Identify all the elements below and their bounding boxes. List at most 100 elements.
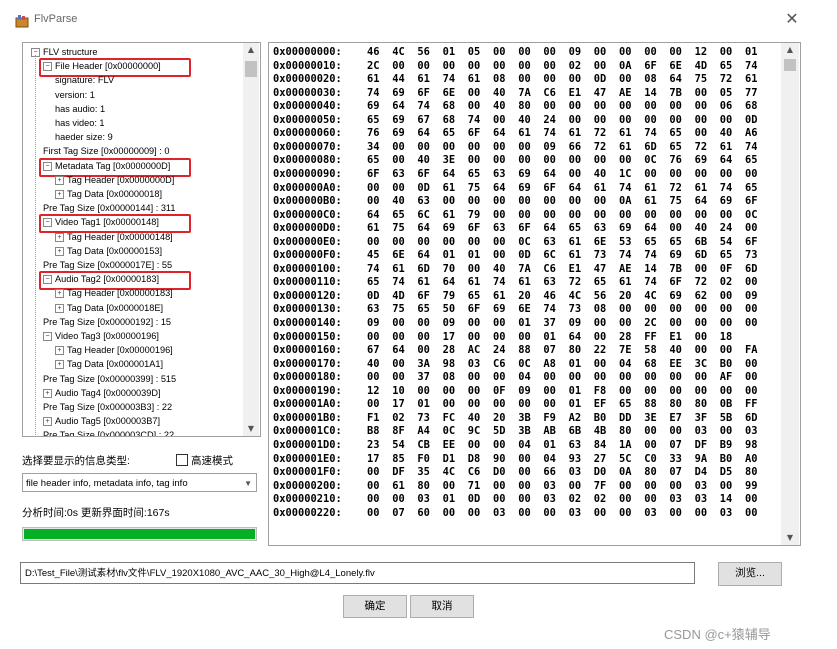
expand-icon[interactable]: + <box>55 303 64 313</box>
hex-byte: 70 <box>442 262 456 275</box>
hex-byte: 00 <box>467 140 481 153</box>
structure-tree[interactable]: − FLV structure − File Header [0x00000000] s… <box>22 42 261 437</box>
tree-node[interactable]: has video: 1 <box>55 118 105 129</box>
hex-view[interactable]: 0x00000000: 46 4C 56 01 05 00 00 00 09 00 00 00 00 12 0… <box>268 42 801 546</box>
scroll-down-icon[interactable]: ▼ <box>243 422 259 436</box>
hex-byte: 17 <box>442 330 456 343</box>
hex-address: 0x00000160: <box>273 344 342 357</box>
hex-byte: 61 <box>518 127 531 140</box>
hex-byte: 00 <box>694 113 708 126</box>
hex-byte: 74 <box>644 249 657 262</box>
hex-byte: 5B <box>719 411 733 424</box>
tree-node[interactable]: Pre Tag Size [0x00000144] : 311 <box>43 203 175 214</box>
tree-node[interactable]: First Tag Size [0x00000009] : 0 <box>43 146 170 157</box>
tree-node[interactable]: Pre Tag Size [0x00000192] : 15 <box>43 317 171 328</box>
hex-byte: 61 <box>442 181 456 194</box>
hex-byte: 4C <box>392 46 405 58</box>
hex-scroll-down-icon[interactable]: ▼ <box>781 531 799 545</box>
hex-byte: 80 <box>417 479 430 492</box>
browse-button[interactable]: 浏览... <box>718 562 782 586</box>
ok-button[interactable]: 确定 <box>343 595 407 618</box>
expand-icon[interactable]: + <box>55 232 64 242</box>
scroll-thumb[interactable] <box>245 61 257 77</box>
tree-node[interactable]: + Audio Tag4 [0x0000039D] <box>43 388 161 399</box>
hex-byte: DD <box>619 411 632 424</box>
tree-node[interactable]: + Tag Header [0x00000196] <box>55 345 173 356</box>
hex-byte: 9C <box>467 425 481 438</box>
hex-byte: 00 <box>467 59 481 72</box>
file-path-field[interactable]: D:\Test_File\测试素材\flv文件\FLV_1920X1080_AV… <box>20 562 695 584</box>
expand-icon[interactable]: + <box>43 388 52 398</box>
hex-byte: 0C <box>442 425 456 438</box>
hex-byte: 63 <box>367 303 380 316</box>
hex-byte: 00 <box>493 140 506 153</box>
fast-mode-label: 高速模式 <box>191 455 233 467</box>
tree-node[interactable]: Pre Tag Size [0x00000399] : 515 <box>43 374 176 385</box>
scroll-up-icon[interactable]: ▲ <box>243 43 259 57</box>
expand-icon[interactable]: + <box>55 346 64 356</box>
hex-byte: 03 <box>644 506 657 519</box>
tree-node[interactable]: + Tag Header [0x0000000D] <box>55 175 174 186</box>
tree-content: − FLV structure − File Header [0x00000000] s… <box>23 43 243 436</box>
expand-icon[interactable]: + <box>55 289 64 299</box>
tree-node[interactable]: Pre Tag Size [0x000003CD] : 22 <box>43 430 174 436</box>
tree-node[interactable]: + Tag Data [0x00000153] <box>55 246 162 257</box>
window-title: FlvParse <box>34 13 78 25</box>
tree-node[interactable]: + Tag Data [0x000001A1] <box>55 359 163 370</box>
hex-byte: 00 <box>518 208 531 221</box>
hex-address: 0x00000200: <box>273 479 342 492</box>
app-icon <box>15 15 29 28</box>
hex-byte: 09 <box>543 140 556 153</box>
tree-node[interactable]: Pre Tag Size [0x000003B3] : 22 <box>43 402 172 413</box>
tree-node[interactable]: + Tag Data [0x0000018E] <box>55 303 163 314</box>
expand-icon[interactable]: + <box>55 190 64 200</box>
collapse-icon[interactable]: − <box>43 332 52 342</box>
hex-byte: 00 <box>493 59 506 72</box>
fast-mode-checkbox[interactable] <box>176 454 188 466</box>
tree-node[interactable]: signature: FLV <box>55 75 114 86</box>
cancel-button[interactable]: 取消 <box>410 595 474 618</box>
tree-node[interactable]: haeder size: 9 <box>55 132 113 143</box>
expand-icon[interactable]: + <box>55 246 64 256</box>
hex-byte: 6D <box>417 262 430 275</box>
hex-byte: 61 <box>417 276 430 289</box>
hex-byte: 64 <box>719 154 733 167</box>
hex-scroll-up-icon[interactable]: ▲ <box>781 43 799 57</box>
tree-node[interactable]: + Tag Header [0x00000148] <box>55 232 173 243</box>
tree-node[interactable]: has audio: 1 <box>55 104 105 115</box>
hex-byte: 00 <box>543 506 556 519</box>
hex-byte: 74 <box>467 113 481 126</box>
tree-node[interactable]: version: 1 <box>55 90 95 101</box>
tree-node[interactable]: − FLV structure <box>31 47 97 58</box>
info-type-select[interactable]: file header info, metadata info, tag inf… <box>22 473 257 492</box>
hex-scrollbar[interactable]: ▲ ▼ <box>781 43 799 545</box>
hex-byte: 65 <box>367 113 380 126</box>
hex-byte: 00 <box>568 371 582 384</box>
hex-byte: 01 <box>467 249 481 262</box>
hex-byte: 00 <box>543 384 556 397</box>
hex-byte: 03 <box>694 493 708 506</box>
tree-node[interactable]: − Video Tag3 [0x00000196] <box>43 331 159 342</box>
hex-byte: A4 <box>417 425 430 438</box>
hex-byte: 61 <box>745 73 758 86</box>
hex-byte: 08 <box>493 73 506 86</box>
hex-byte: 73 <box>593 249 607 262</box>
expand-icon[interactable]: + <box>55 360 64 370</box>
expand-icon[interactable]: + <box>55 175 64 185</box>
hex-address: 0x00000000: <box>273 46 342 58</box>
hex-address: 0x00000170: <box>273 357 342 370</box>
tree-node[interactable]: + Tag Data [0x00000018] <box>55 189 162 200</box>
expand-icon[interactable]: + <box>43 417 52 427</box>
tree-node[interactable]: Pre Tag Size [0x0000017E] : 55 <box>43 260 172 271</box>
hex-byte: 00 <box>467 330 481 343</box>
hex-byte: 00 <box>694 167 708 180</box>
close-icon[interactable]: ✕ <box>783 10 801 28</box>
hex-byte: 65 <box>669 140 682 153</box>
tree-scrollbar[interactable]: ▲ ▼ <box>243 43 259 436</box>
tree-node[interactable]: + Tag Header [0x00000183] <box>55 288 173 299</box>
hex-byte: DF <box>694 438 708 451</box>
hex-byte: EE <box>442 438 456 451</box>
tree-node[interactable]: + Audio Tag5 [0x000003B7] <box>43 416 160 427</box>
hex-byte: 1C <box>619 167 632 180</box>
hex-scroll-thumb[interactable] <box>784 59 796 71</box>
